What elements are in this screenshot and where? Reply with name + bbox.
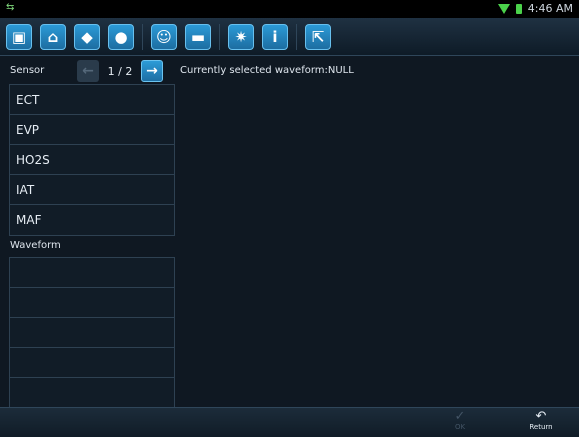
exit-icon[interactable]: ⇱ (305, 23, 331, 50)
diagnostic-icon[interactable]: ◆ (74, 23, 100, 50)
page-indicator: 1 / 2 (107, 64, 133, 78)
sensor-list: ECT EVP HO2S IAT MAF (9, 84, 175, 236)
toolbar-divider (142, 23, 143, 50)
selected-waveform-status: Currently selected waveform:NULL (180, 65, 354, 76)
message-icon[interactable]: ▬ (185, 23, 211, 50)
ok-label: OK (454, 423, 466, 431)
system-status-bar: ⇆ 4:46 AM (0, 0, 579, 18)
sensor-item-maf[interactable]: MAF (10, 205, 174, 235)
settings-icon[interactable]: ✷ (228, 23, 254, 50)
waveform-list (9, 257, 175, 409)
ok-button[interactable]: ✓ OK (440, 410, 480, 436)
sensor-label: Sensor (10, 65, 45, 76)
waveform-slot[interactable] (10, 288, 174, 318)
waveform-label: Waveform (10, 240, 61, 251)
ok-icon: ✓ (454, 409, 466, 424)
return-label: Return (529, 423, 553, 431)
next-page-button[interactable]: → (141, 60, 163, 82)
sensor-item-iat[interactable]: IAT (10, 175, 174, 205)
waveform-slot[interactable] (10, 378, 174, 408)
clock: 4:46 AM (527, 2, 573, 15)
return-icon: ↶ (535, 409, 547, 424)
globe-icon[interactable]: ● (108, 23, 134, 50)
wifi-icon (497, 3, 510, 14)
waveform-slot[interactable] (10, 318, 174, 348)
toolbar-divider (219, 23, 220, 50)
window-icon[interactable]: ▣ (6, 23, 32, 50)
return-button[interactable]: ↶ Return (521, 410, 561, 436)
sensor-item-ect[interactable]: ECT (10, 85, 174, 115)
info-icon[interactable]: i (262, 23, 288, 50)
bottom-bar: ✓ OK ↶ Return (0, 407, 579, 437)
person-icon[interactable]: ☺ (151, 23, 177, 50)
sensor-item-evp[interactable]: EVP (10, 115, 174, 145)
previous-page-button[interactable]: ← (77, 60, 99, 82)
battery-icon (515, 3, 522, 14)
toolbar-divider (296, 23, 297, 50)
waveform-slot[interactable] (10, 348, 174, 378)
waveform-slot[interactable] (10, 258, 174, 288)
info-glyph: i (272, 27, 278, 46)
main-toolbar: ▣ ⌂ ◆ ● ☺ ▬ ✷ i ⇱ (0, 18, 579, 56)
sensor-item-ho2s[interactable]: HO2S (10, 145, 174, 175)
home-icon[interactable]: ⌂ (40, 23, 66, 50)
sensor-pager: ← 1 / 2 → (77, 60, 163, 82)
notification-icon: ⇆ (6, 2, 15, 13)
